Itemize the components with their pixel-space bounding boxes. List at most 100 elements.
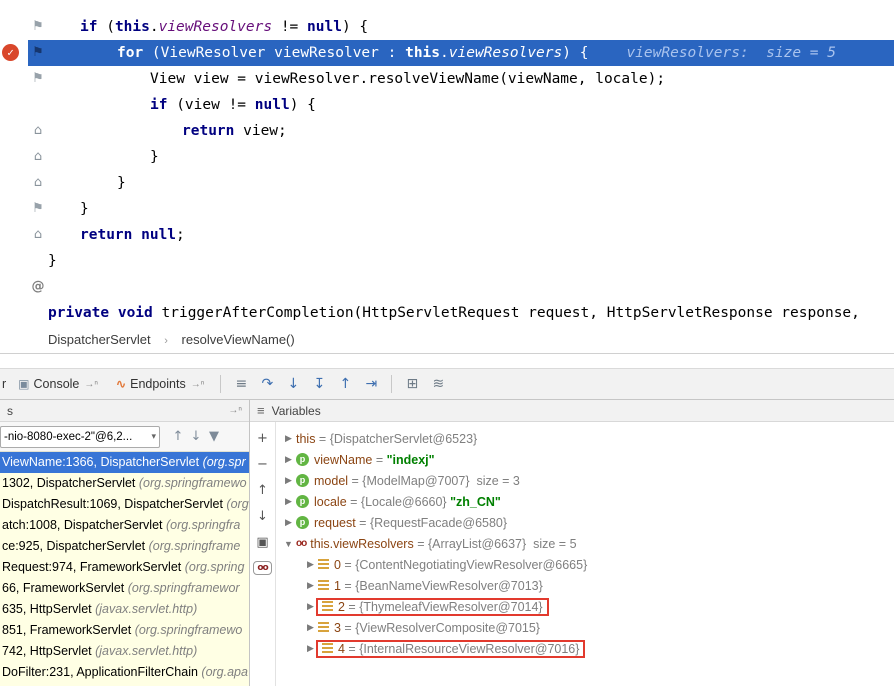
frame-row[interactable]: 851, FrameworkServlet (org.springframewo xyxy=(0,620,249,641)
frame-row[interactable]: Request:974, FrameworkServlet (org.sprin… xyxy=(0,557,249,578)
breadcrumb-method[interactable]: resolveViewName() xyxy=(182,332,295,347)
variable-row[interactable]: ▶0 = {ContentNegotiatingViewResolver@666… xyxy=(276,554,894,575)
code-line[interactable]: } xyxy=(0,144,894,170)
tab-endpoints-label: Endpoints xyxy=(130,377,186,391)
force-step-into-icon[interactable]: ↧ xyxy=(306,376,332,392)
expand-arrow-icon[interactable]: ▶ xyxy=(281,454,296,465)
code-line[interactable]: return null; xyxy=(0,222,894,248)
frame-row[interactable]: 742, HttpServlet (javax.servlet.http) xyxy=(0,641,249,662)
frame-location: 742, HttpServlet xyxy=(2,644,95,658)
code-line[interactable]: } xyxy=(0,248,894,274)
expand-arrow-icon[interactable]: ▶ xyxy=(281,433,296,444)
code-line[interactable] xyxy=(0,274,894,300)
code-line[interactable]: } xyxy=(0,196,894,222)
code-text: } xyxy=(0,144,894,170)
code-line[interactable]: for (ViewResolver viewResolver : this.vi… xyxy=(0,40,894,66)
scroll-up-icon[interactable]: ↑ xyxy=(257,483,268,498)
code-editor[interactable]: if (this.viewResolvers != null) {for (Vi… xyxy=(0,0,894,326)
code-line[interactable]: if (this.viewResolvers != null) { xyxy=(0,14,894,40)
annotation-icon[interactable]: @ xyxy=(30,277,46,297)
scroll-down-icon[interactable]: ↓ xyxy=(257,509,268,524)
tab-endpoints[interactable]: ∿Endpoints→ⁿ xyxy=(107,369,213,399)
array-item-icon xyxy=(322,601,333,612)
variable-row[interactable]: ▶1 = {BeanNameViewResolver@7013} xyxy=(276,575,894,596)
execution-point-icon[interactable]: ⚑ xyxy=(30,43,46,63)
variable-name: 1 xyxy=(334,579,341,593)
home-marker-icon[interactable]: ⌂ xyxy=(30,173,46,193)
equals-sign: = xyxy=(345,642,359,656)
variable-name: viewName xyxy=(314,453,372,467)
variables-panel: ≡ Variables +−↑↓▣oo ▶this = {DispatcherS… xyxy=(250,400,894,686)
frame-row[interactable]: 1302, DispatcherServlet (org.springframe… xyxy=(0,473,249,494)
frame-row[interactable]: DispatchResult:1069, DispatcherServlet (… xyxy=(0,494,249,515)
frame-row[interactable]: ViewName:1366, DispatcherServlet (org.sp… xyxy=(0,452,249,473)
equals-sign: = xyxy=(341,558,355,572)
expand-arrow-icon[interactable]: ▶ xyxy=(281,517,296,528)
debugger-tab-partial[interactable]: r xyxy=(0,377,9,391)
bookmark-flag-icon[interactable]: ⚑ xyxy=(30,199,46,219)
next-frame-icon[interactable]: ↓ xyxy=(187,429,205,444)
filter-frames-icon[interactable]: ▼ xyxy=(205,429,223,444)
remove-watch-icon[interactable]: − xyxy=(257,457,268,472)
vars-toolbar: + − ↑ ↓ ▣ oo xyxy=(250,422,276,686)
parameter-icon: p xyxy=(296,495,309,508)
home-marker-icon[interactable]: ⌂ xyxy=(30,147,46,167)
spacer xyxy=(0,354,894,368)
prev-frame-icon[interactable]: ↑ xyxy=(169,429,187,444)
frame-package: (org.springframewor xyxy=(128,581,240,595)
layout-settings-icon[interactable]: ≋ xyxy=(425,376,451,392)
variable-row[interactable]: ▶2 = {ThymeleafViewResolver@7014} xyxy=(276,596,894,617)
code-line[interactable]: private void triggerAfterCompletion(Http… xyxy=(0,300,894,326)
run-to-cursor-icon[interactable]: ⇥ xyxy=(358,376,384,392)
variable-row[interactable]: ▶this = {DispatcherServlet@6523} xyxy=(276,428,894,449)
expand-arrow-icon[interactable]: ▶ xyxy=(281,496,296,507)
variable-row[interactable]: ▶prequest = {RequestFacade@6580} xyxy=(276,512,894,533)
variable-value: {RequestFacade@6580} xyxy=(370,516,507,530)
step-out-icon[interactable]: ↑ xyxy=(332,376,358,392)
popout-icon[interactable]: →ⁿ xyxy=(228,405,242,416)
code-line[interactable]: if (view != null) { xyxy=(0,92,894,118)
frame-row[interactable]: DoFilter:231, ApplicationFilterChain (or… xyxy=(0,662,249,683)
watches-toggle-icon[interactable]: oo xyxy=(253,561,271,575)
variable-row[interactable]: ▶4 = {InternalResourceViewResolver@7016} xyxy=(276,638,894,659)
frame-row[interactable]: 635, HttpServlet (javax.servlet.http) xyxy=(0,599,249,620)
equals-sign: = xyxy=(315,432,329,446)
home-marker-icon[interactable]: ⌂ xyxy=(30,121,46,141)
expand-arrow-icon[interactable]: ▶ xyxy=(303,622,318,633)
breadcrumb-class[interactable]: DispatcherServlet xyxy=(48,332,151,347)
variable-content: plocale = {Locale@6660} "zh_CN" xyxy=(296,495,501,509)
thread-selector-value: -nio-8080-exec-2"@6,2... xyxy=(4,431,132,443)
frame-row[interactable]: atch:1008, DispatcherServlet (org.spring… xyxy=(0,515,249,536)
array-item-icon xyxy=(318,580,329,591)
expand-arrow-icon[interactable]: ▶ xyxy=(303,559,318,570)
code-line[interactable]: View view = viewResolver.resolveViewName… xyxy=(0,66,894,92)
frame-row[interactable]: 66, FrameworkServlet (org.springframewor xyxy=(0,578,249,599)
settings-menu-icon[interactable]: ≡ xyxy=(228,376,254,392)
bookmark-flag-icon[interactable]: ⚑ xyxy=(30,69,46,89)
view-as-table-icon[interactable]: ⊞ xyxy=(399,376,425,392)
variable-row[interactable]: ▶pviewName = "indexj" xyxy=(276,449,894,470)
variable-row[interactable]: ▼oothis.viewResolvers = {ArrayList@6637}… xyxy=(276,533,894,554)
add-watch-icon[interactable]: + xyxy=(257,431,268,446)
code-line[interactable]: return view; xyxy=(0,118,894,144)
variables-menu-icon[interactable]: ≡ xyxy=(257,403,265,418)
variable-row[interactable]: ▶pmodel = {ModelMap@7007} size = 3 xyxy=(276,470,894,491)
popout-icon: →ⁿ xyxy=(191,379,205,390)
expand-arrow-icon[interactable]: ▶ xyxy=(303,580,318,591)
tab-console[interactable]: ▣Console→ⁿ xyxy=(9,369,107,399)
variable-value: {ModelMap@7007} xyxy=(362,474,469,488)
copy-value-icon[interactable]: ▣ xyxy=(256,535,268,550)
variable-row[interactable]: ▶plocale = {Locale@6660} "zh_CN" xyxy=(276,491,894,512)
expand-arrow-icon[interactable]: ▼ xyxy=(281,539,296,549)
step-into-icon[interactable]: ↓ xyxy=(280,376,306,392)
code-line[interactable]: } xyxy=(0,170,894,196)
variable-value: {ViewResolverComposite@7015} xyxy=(355,621,540,635)
bookmark-flag-icon[interactable]: ⚑ xyxy=(30,17,46,37)
step-over-icon[interactable]: ↷ xyxy=(254,376,280,392)
frame-row[interactable]: ce:925, DispatcherServlet (org.springfra… xyxy=(0,536,249,557)
home-marker-icon[interactable]: ⌂ xyxy=(30,225,46,245)
thread-selector[interactable]: -nio-8080-exec-2"@6,2... ▾ xyxy=(0,426,160,448)
breakpoint-verified-icon[interactable]: ✓ xyxy=(2,44,19,61)
expand-arrow-icon[interactable]: ▶ xyxy=(281,475,296,486)
variable-row[interactable]: ▶3 = {ViewResolverComposite@7015} xyxy=(276,617,894,638)
